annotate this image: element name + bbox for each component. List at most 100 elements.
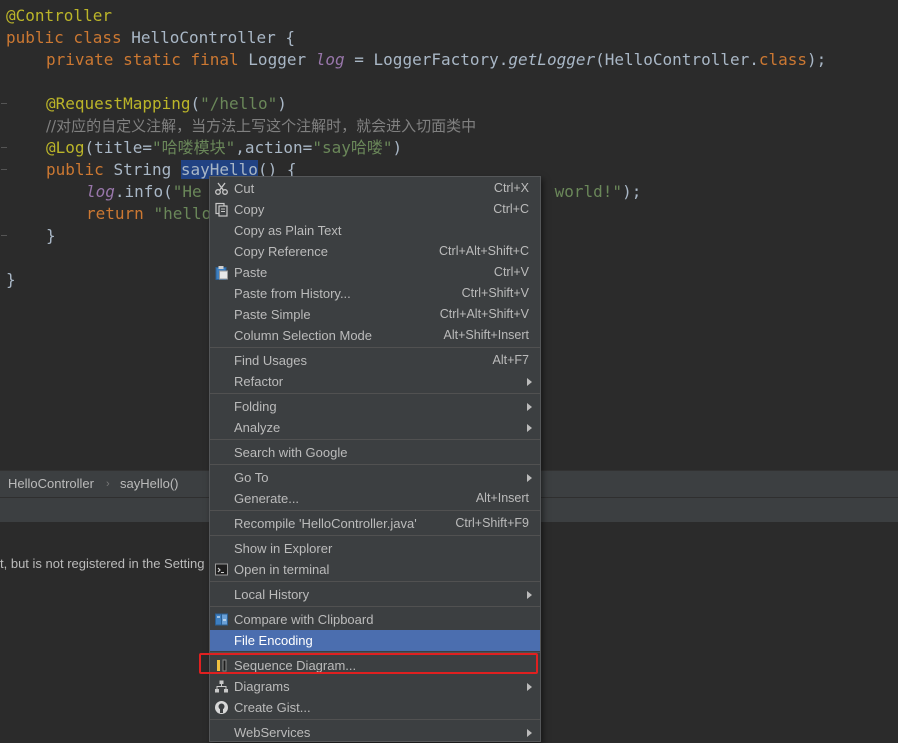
notification-text: t, but is not registered in the Setting [0,556,205,571]
terminal-icon [215,563,228,576]
github-icon [215,701,228,714]
menu-item-label: Paste [234,265,268,280]
menu-item-copy-reference[interactable]: Copy Reference Ctrl+Alt+Shift+C [210,241,540,262]
breadcrumb-item-class[interactable]: HelloController [8,471,94,497]
code-line-5: @RequestMapping("/hello") [46,93,287,115]
menu-separator [210,510,540,511]
highlight-callout-box [199,653,538,674]
fold-marker[interactable] [1,147,7,149]
plain-token: ) [277,94,287,113]
fold-marker[interactable] [1,235,7,237]
menu-item-label: Generate... [234,491,300,506]
code-line-1: @Controller [6,5,112,27]
annotation-token: @Controller [6,6,112,25]
menu-separator [210,439,540,440]
code-line-6: //对应的自定义注解，当方法上写这个注解时，就会进入切面类中 [46,115,476,137]
menu-item-label: Copy [234,202,265,217]
menu-item-folding[interactable]: Folding [210,396,540,417]
menu-item-label: Compare with Clipboard [234,612,374,627]
menu-item-shortcut: Ctrl+Alt+Shift+C [439,244,529,258]
breadcrumb-item-method[interactable]: sayHello() [120,471,179,497]
menu-item-generate[interactable]: Generate... Alt+Insert [210,488,540,509]
plain-token: ,action= [235,138,313,157]
menu-item-shortcut: Alt+Shift+Insert [443,328,529,342]
plain-token: (title= [84,138,152,157]
menu-item-local-history[interactable]: Local History [210,584,540,605]
menu-item-label: Paste from History... [234,286,351,301]
menu-item-webservices[interactable]: WebServices [210,722,540,743]
method-token: getLogger [508,50,596,69]
menu-item-shortcut: Ctrl+C [493,202,529,216]
fold-marker[interactable] [1,103,7,105]
menu-separator [210,581,540,582]
menu-item-diagrams[interactable]: Diagrams [210,676,540,697]
code-line-10: return "hello [86,203,211,225]
menu-item-shortcut: Ctrl+Alt+Shift+V [439,307,529,321]
menu-item-analyze[interactable]: Analyze [210,417,540,438]
menu-item-file-encoding[interactable]: File Encoding [210,630,540,651]
string-token: "say哈喽" [312,138,393,157]
menu-item-create-gist[interactable]: Create Gist... [210,697,540,718]
menu-item-shortcut: Ctrl+X [493,181,529,195]
menu-item-label: Cut [234,181,255,196]
menu-item-paste-from-history[interactable]: Paste from History... Ctrl+Shift+V [210,283,540,304]
menu-item-paste[interactable]: Paste Ctrl+V [210,262,540,283]
menu-item-show-in-explorer[interactable]: Show in Explorer [210,538,540,559]
string-token: world!" [545,182,623,201]
menu-item-copy-plain-text[interactable]: Copy as Plain Text [210,220,540,241]
menu-item-paste-simple[interactable]: Paste Simple Ctrl+Alt+Shift+V [210,304,540,325]
keyword-token: return [86,204,154,223]
plain-token: ); [807,50,827,69]
menu-item-label: Diagrams [234,679,290,694]
menu-item-label: Folding [234,399,277,414]
menu-item-label: Go To [234,470,269,485]
menu-item-shortcut: Alt+Insert [475,491,529,505]
menu-separator [210,606,540,607]
menu-item-recompile[interactable]: Recompile 'HelloController.java' Ctrl+Sh… [210,513,540,534]
menu-item-column-selection-mode[interactable]: Column Selection Mode Alt+Shift+Insert [210,325,540,346]
brace-token: } [6,270,16,289]
field-token: log [86,182,115,201]
plain-token: = LoggerFactory. [344,50,509,69]
menu-item-copy[interactable]: Copy Ctrl+C [210,199,540,220]
brace-token: } [46,226,56,245]
clipboard-icon [215,266,228,280]
string-token: "哈喽模块" [151,138,236,157]
menu-item-open-in-terminal[interactable]: Open in terminal [210,559,540,580]
menu-item-label: Analyze [234,420,281,435]
scissors-icon [215,182,228,195]
menu-item-label: WebServices [234,725,311,740]
menu-item-label: Paste Simple [234,307,311,322]
menu-separator [210,347,540,348]
keyword-token: private static final [46,50,249,69]
menu-item-shortcut: Ctrl+Shift+V [461,286,529,300]
string-token: "/hello" [200,94,278,113]
menu-item-label: Find Usages [234,353,307,368]
annotation-token: @RequestMapping [46,94,191,113]
submenu-arrow-icon [527,378,532,386]
class-name-token: HelloController { [131,28,295,47]
copy-icon [215,202,228,217]
menu-item-cut[interactable]: Cut Ctrl+X [210,178,540,199]
type-token: Logger [248,50,316,69]
code-line-9: log.info("He [86,181,202,203]
menu-item-refactor[interactable]: Refactor [210,371,540,392]
menu-item-find-usages[interactable]: Find Usages Alt+F7 [210,350,540,371]
keyword-token: public class [6,28,132,47]
submenu-arrow-icon [527,729,532,737]
submenu-arrow-icon [527,591,532,599]
menu-separator [210,535,540,536]
plain-token: (HelloController. [595,50,759,69]
menu-item-label: Show in Explorer [234,541,333,556]
menu-item-shortcut: Ctrl+Shift+F9 [455,516,529,530]
string-token: "He [172,182,202,201]
menu-item-go-to[interactable]: Go To [210,467,540,488]
submenu-arrow-icon [527,474,532,482]
string-token: "hello [153,204,212,223]
menu-item-label: Search with Google [234,445,348,460]
submenu-arrow-icon [527,424,532,432]
menu-item-compare-with-clipboard[interactable]: Compare with Clipboard [210,609,540,630]
menu-item-search-with-google[interactable]: Search with Google [210,442,540,463]
menu-item-label: File Encoding [234,633,313,648]
fold-marker[interactable] [1,169,7,171]
